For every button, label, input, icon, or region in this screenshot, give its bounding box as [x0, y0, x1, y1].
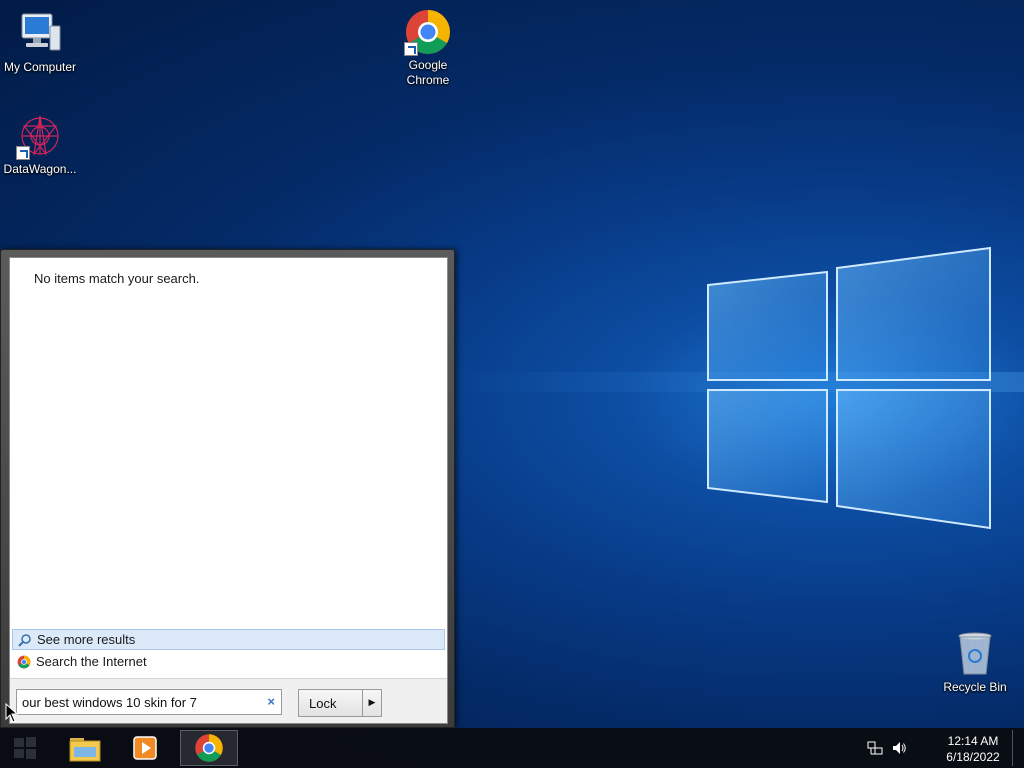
clock-time: 12:14 AM	[947, 734, 999, 748]
search-internet-label: Search the Internet	[36, 654, 147, 669]
search-bar: our best windows 10 skin for 7 × Lock ▶	[10, 678, 447, 723]
computer-icon	[21, 13, 61, 51]
chrome-icon	[195, 734, 223, 762]
search-icon	[18, 633, 32, 647]
search-input-value: our best windows 10 skin for 7	[22, 694, 197, 710]
see-more-results-item[interactable]: See more results	[12, 629, 445, 650]
tray-volume-icon[interactable]	[888, 728, 910, 768]
shortcut-arrow-icon	[16, 146, 30, 160]
recycle-bin-icon	[958, 632, 992, 675]
taskbar-chrome-button[interactable]	[180, 730, 238, 766]
see-more-results-label: See more results	[37, 632, 136, 647]
start-menu: No items match your search. See more res…	[0, 249, 455, 728]
show-desktop-button[interactable]	[1012, 730, 1022, 766]
search-results-pane: No items match your search. See more res…	[9, 257, 448, 724]
clear-search-icon[interactable]: ×	[267, 694, 275, 709]
start-search-input[interactable]: our best windows 10 skin for 7 ×	[16, 689, 282, 715]
taskbar-clock[interactable]: 12:14 AM 6/18/2022	[930, 733, 1016, 765]
desktop-icon-label: DataWagon...	[3, 162, 77, 176]
wallpaper-windows-logo	[707, 246, 991, 530]
file-explorer-icon	[69, 738, 101, 762]
desktop-icon-label: My Computer	[3, 60, 77, 74]
search-internet-item[interactable]: Search the Internet	[12, 651, 445, 672]
windows-logo-icon	[14, 737, 36, 759]
tray-network-icon[interactable]	[864, 728, 886, 768]
clock-date: 6/18/2022	[946, 750, 1000, 764]
chrome-icon	[17, 655, 31, 669]
desktop-icon-recycle-bin[interactable]: Recycle Bin	[935, 630, 1015, 695]
lock-button[interactable]: Lock	[298, 689, 362, 717]
desktop-icon-label: Google Chrome	[406, 58, 450, 87]
taskbar-media-player-button[interactable]	[116, 730, 174, 766]
desktop-icon-my-computer[interactable]: My Computer	[0, 10, 80, 75]
desktop-icon-label: Recycle Bin	[943, 680, 1007, 694]
shortcut-arrow-icon	[404, 42, 418, 56]
mouse-cursor-icon	[5, 703, 19, 723]
no-results-message: No items match your search.	[34, 271, 200, 286]
start-button[interactable]	[0, 728, 50, 768]
taskbar: 12:14 AM 6/18/2022	[0, 728, 1024, 768]
power-options-arrow-icon[interactable]: ▶	[362, 689, 382, 717]
desktop-icon-google-chrome[interactable]: Google Chrome	[388, 8, 468, 88]
taskbar-file-explorer-button[interactable]	[56, 730, 114, 766]
media-player-icon	[133, 736, 157, 760]
desktop-icon-datawagon[interactable]: DataWagon...	[0, 112, 80, 177]
